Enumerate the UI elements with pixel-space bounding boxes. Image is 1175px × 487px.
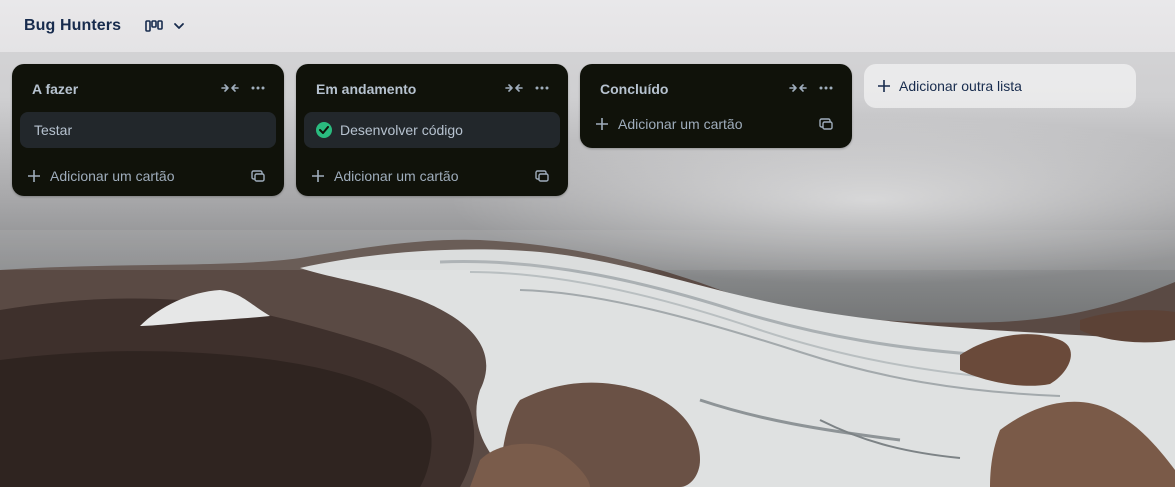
list-a-fazer: A fazer Testar Adicionar um cartão — [12, 64, 284, 196]
card[interactable]: Desenvolver código — [304, 112, 560, 148]
plus-icon — [28, 170, 40, 182]
card-template-icon[interactable] — [244, 162, 272, 190]
collapse-list-icon[interactable] — [216, 74, 244, 102]
list-em-andamento: Em andamento Desenvolver código Adiciona… — [296, 64, 568, 196]
list-concluido: Concluído Adicionar um cartão — [580, 64, 852, 148]
completed-check-icon[interactable] — [316, 122, 332, 138]
list-menu-icon[interactable] — [244, 74, 272, 102]
plus-icon — [596, 118, 608, 130]
collapse-list-icon[interactable] — [784, 74, 812, 102]
list-title[interactable]: Concluído — [600, 79, 784, 97]
add-card-button[interactable]: Adicionar um cartão — [312, 160, 528, 192]
list-header: A fazer — [12, 64, 284, 112]
list-title[interactable]: A fazer — [32, 79, 216, 97]
list-footer: Adicionar um cartão — [12, 156, 284, 196]
card-title: Testar — [34, 122, 73, 138]
card-template-icon[interactable] — [812, 110, 840, 138]
list-header: Em andamento — [296, 64, 568, 112]
list-menu-icon[interactable] — [528, 74, 556, 102]
list-footer: Adicionar um cartão — [580, 104, 852, 148]
card-title: Desenvolver código — [340, 122, 463, 138]
card-template-icon[interactable] — [528, 162, 556, 190]
add-list-button[interactable]: Adicionar outra lista — [864, 64, 1136, 108]
list-footer: Adicionar um cartão — [296, 156, 568, 196]
board-view-switcher[interactable] — [139, 12, 191, 40]
add-card-label: Adicionar um cartão — [50, 168, 175, 184]
board-header: Bug Hunters — [0, 0, 1175, 52]
add-card-button[interactable]: Adicionar um cartão — [596, 108, 812, 140]
plus-icon — [878, 80, 890, 92]
add-card-label: Adicionar um cartão — [618, 116, 743, 132]
card[interactable]: Testar — [20, 112, 276, 148]
add-card-button[interactable]: Adicionar um cartão — [28, 160, 244, 192]
collapse-list-icon[interactable] — [500, 74, 528, 102]
add-card-label: Adicionar um cartão — [334, 168, 459, 184]
list-menu-icon[interactable] — [812, 74, 840, 102]
list-title[interactable]: Em andamento — [316, 79, 500, 97]
plus-icon — [312, 170, 324, 182]
chevron-down-icon — [163, 20, 185, 32]
board-title[interactable]: Bug Hunters — [24, 17, 121, 35]
board-view-icon — [145, 19, 163, 33]
add-list-label: Adicionar outra lista — [899, 78, 1022, 94]
